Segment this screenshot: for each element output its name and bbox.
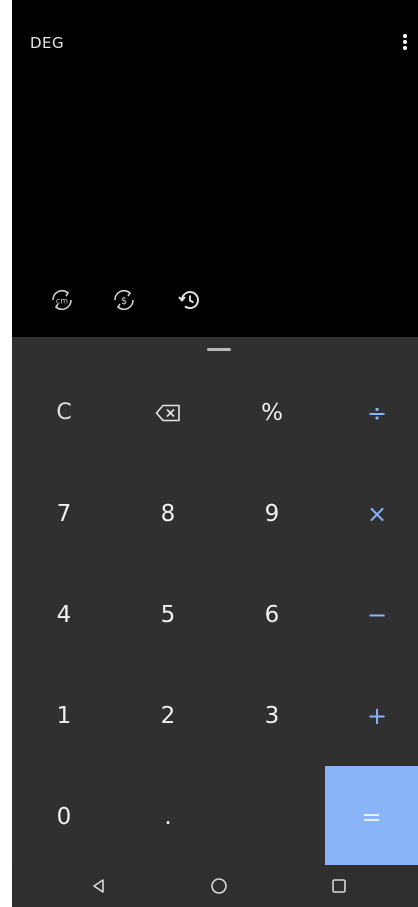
digit-8-button[interactable]: 8 bbox=[116, 463, 220, 564]
digit-7-button[interactable]: 7 bbox=[12, 463, 116, 564]
decimal-button[interactable]: . bbox=[116, 766, 220, 867]
calculator-screen: DEG cm $ C % ÷ 7 8 9 × 4 5 6 − 1 2 3 + 0… bbox=[12, 0, 418, 907]
backspace-button[interactable] bbox=[116, 362, 220, 463]
digit-1-button[interactable]: 1 bbox=[12, 665, 116, 766]
equals-button[interactable]: = bbox=[325, 766, 418, 867]
keypad: C % ÷ 7 8 9 × 4 5 6 − 1 2 3 + 0 . = bbox=[12, 337, 418, 867]
currency-converter-icon[interactable]: $ bbox=[110, 286, 138, 314]
clear-button[interactable]: C bbox=[12, 362, 116, 463]
drag-handle[interactable] bbox=[207, 348, 231, 351]
history-icon[interactable] bbox=[176, 286, 204, 314]
back-triangle-icon[interactable] bbox=[86, 873, 112, 899]
digit-4-button[interactable]: 4 bbox=[12, 564, 116, 665]
divide-button[interactable]: ÷ bbox=[325, 362, 418, 463]
digit-2-button[interactable]: 2 bbox=[116, 665, 220, 766]
digit-0-button[interactable]: 0 bbox=[12, 766, 116, 867]
display-area: DEG cm $ bbox=[12, 0, 418, 337]
home-circle-icon[interactable] bbox=[206, 873, 232, 899]
recents-square-icon[interactable] bbox=[326, 873, 352, 899]
percent-button[interactable]: % bbox=[220, 362, 324, 463]
backspace-icon bbox=[155, 404, 180, 421]
multiply-button[interactable]: × bbox=[325, 463, 418, 564]
unit-converter-label: cm bbox=[56, 297, 68, 306]
more-options-icon[interactable] bbox=[398, 30, 412, 54]
angle-mode-toggle[interactable]: DEG bbox=[30, 34, 64, 52]
subtract-button[interactable]: − bbox=[325, 564, 418, 665]
digit-3-button[interactable]: 3 bbox=[220, 665, 324, 766]
digit-5-button[interactable]: 5 bbox=[116, 564, 220, 665]
currency-converter-label: $ bbox=[121, 296, 127, 307]
system-navigation-bar bbox=[12, 865, 418, 907]
digit-6-button[interactable]: 6 bbox=[220, 564, 324, 665]
unit-converter-icon[interactable]: cm bbox=[48, 286, 76, 314]
digit-9-button[interactable]: 9 bbox=[220, 463, 324, 564]
add-button[interactable]: + bbox=[325, 665, 418, 766]
